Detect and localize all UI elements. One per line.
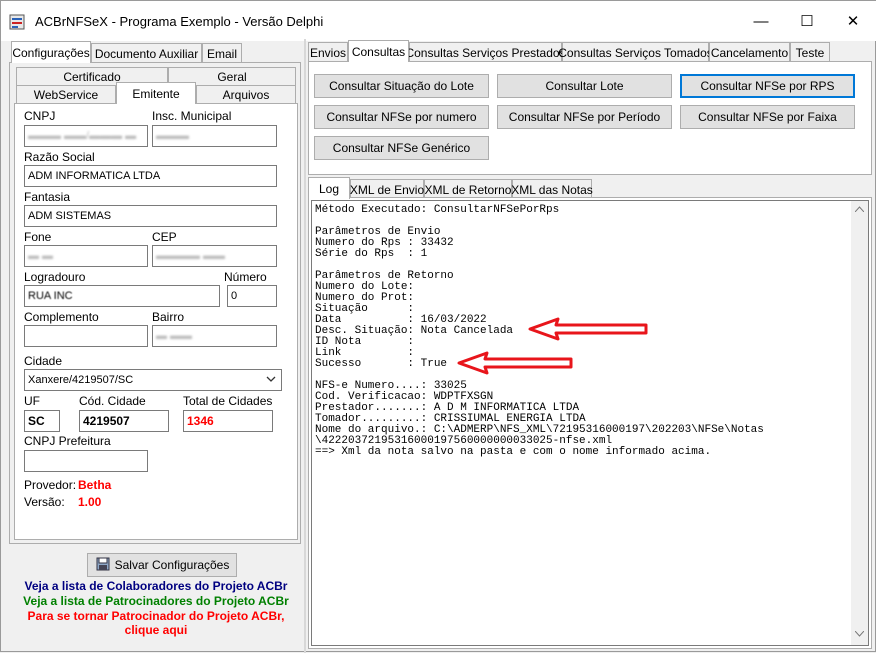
cod-cidade-label: Cód. Cidade bbox=[79, 394, 146, 408]
bairro-label: Bairro bbox=[152, 310, 185, 324]
consultar-nfse-generico-button[interactable]: Consultar NFSe Genérico bbox=[314, 136, 489, 160]
chevron-down-icon bbox=[265, 373, 277, 388]
scroll-down-icon[interactable] bbox=[854, 630, 865, 641]
insc-municipal-field[interactable]: ▬▬▬ bbox=[152, 125, 277, 147]
complemento-label: Complemento bbox=[24, 310, 99, 324]
maximize-button[interactable]: ☐ bbox=[784, 1, 830, 41]
logradouro-label: Logradouro bbox=[24, 270, 86, 284]
log-memo[interactable]: Método Executado: ConsultarNFSePorRps Pa… bbox=[311, 200, 869, 646]
cnpj-prefeitura-field[interactable] bbox=[24, 450, 148, 472]
total-cidades-label: Total de Cidades bbox=[183, 394, 273, 408]
cnpj-field[interactable]: ▬▬▬ ▬▬/▬▬▬ ▬ bbox=[24, 125, 148, 147]
versao-value: 1.00 bbox=[78, 495, 102, 509]
tab-envios[interactable]: Envios bbox=[308, 42, 348, 62]
left-page-control: Configurações Documento Auxiliar Email C… bbox=[9, 41, 301, 548]
title-bar[interactable]: ACBrNFSeX - Programa Exemplo - Versão De… bbox=[1, 1, 876, 41]
tab-consultas-servicos-tomados[interactable]: Consultas Serviços Tomados bbox=[558, 42, 713, 62]
close-button[interactable]: ✕ bbox=[830, 1, 876, 41]
emitente-panel: CNPJ ▬▬▬ ▬▬/▬▬▬ ▬ Insc. Municipal ▬▬▬ Ra… bbox=[14, 103, 298, 540]
save-icon bbox=[95, 556, 111, 575]
cnpj-label: CNPJ bbox=[24, 109, 56, 123]
uf-label: UF bbox=[24, 394, 40, 408]
subtab-webservice[interactable]: WebService bbox=[16, 85, 116, 103]
provedor-label: Provedor: bbox=[24, 478, 77, 492]
cidade-select[interactable]: Xanxere/4219507/SC bbox=[24, 369, 282, 391]
logradouro-value: RUA INC bbox=[28, 290, 73, 302]
cep-field[interactable]: ▬▬▬▬ ▬▬ bbox=[152, 245, 277, 267]
fone-field[interactable]: ▬ ▬ bbox=[24, 245, 148, 267]
tab-consultas-servicos-prestados[interactable]: Consultas Serviços Prestados bbox=[405, 42, 566, 62]
link-colaboradores[interactable]: Veja a lista de Colaboradores do Projeto… bbox=[1, 579, 311, 593]
link-clique-aqui[interactable]: clique aqui bbox=[1, 623, 311, 637]
link-patrocinadores[interactable]: Veja a lista de Patrocinadores do Projet… bbox=[1, 594, 311, 608]
tab-log[interactable]: Log bbox=[308, 177, 350, 199]
insc-municipal-label: Insc. Municipal bbox=[152, 109, 232, 123]
tab-xml-envio[interactable]: XML de Envio bbox=[350, 179, 424, 199]
consultar-nfse-faixa-button[interactable]: Consultar NFSe por Faixa bbox=[680, 105, 855, 129]
link-tornar-patrocinador[interactable]: Para se tornar Patrocinador do Projeto A… bbox=[1, 609, 311, 623]
consultar-lote-button[interactable]: Consultar Lote bbox=[497, 74, 672, 98]
fone-label: Fone bbox=[24, 230, 52, 244]
numero-field[interactable]: 0 bbox=[227, 285, 277, 307]
subtab-emitente[interactable]: Emitente bbox=[116, 82, 196, 104]
tab-cancelamento[interactable]: Cancelamento bbox=[709, 42, 790, 62]
window-title: ACBrNFSeX - Programa Exemplo - Versão De… bbox=[35, 14, 324, 29]
uf-field[interactable]: SC bbox=[24, 410, 60, 432]
bairro-field[interactable]: ▬ ▬▬ bbox=[152, 325, 277, 347]
logradouro-field[interactable]: RUA INC bbox=[24, 285, 220, 307]
consultar-nfse-rps-button[interactable]: Consultar NFSe por RPS bbox=[680, 74, 855, 98]
scroll-up-icon[interactable] bbox=[854, 205, 865, 216]
salvar-configuracoes-button[interactable]: Salvar Configurações bbox=[87, 553, 237, 577]
subtab-arquivos[interactable]: Arquivos bbox=[196, 85, 296, 103]
fantasia-field[interactable]: ADM SISTEMAS bbox=[24, 205, 277, 227]
consultar-nfse-periodo-button[interactable]: Consultar NFSe por Período bbox=[497, 105, 672, 129]
consultar-situacao-lote-button[interactable]: Consultar Situação do Lote bbox=[314, 74, 489, 98]
log-panel: Método Executado: ConsultarNFSePorRps Pa… bbox=[308, 197, 872, 649]
red-arrow-icon-sucesso bbox=[457, 351, 575, 378]
numero-label: Número bbox=[224, 270, 267, 284]
app-icon bbox=[9, 13, 27, 31]
razao-social-label: Razão Social bbox=[24, 150, 95, 164]
splitter[interactable] bbox=[304, 39, 306, 653]
tab-xml-notas[interactable]: XML das Notas bbox=[511, 179, 593, 199]
minimize-button[interactable]: — bbox=[738, 1, 784, 41]
salvar-configuracoes-label: Salvar Configurações bbox=[114, 558, 230, 572]
red-arrow-icon-desc-situacao bbox=[528, 317, 650, 344]
vertical-scrollbar[interactable] bbox=[851, 201, 868, 645]
razao-social-field[interactable]: ADM INFORMATICA LTDA bbox=[24, 165, 277, 187]
right-page-control: Envios Consultas Consultas Serviços Pres… bbox=[308, 40, 874, 175]
cod-cidade-field[interactable]: 4219507 bbox=[79, 410, 169, 432]
versao-label: Versão: bbox=[24, 495, 65, 509]
cidade-value: Xanxere/4219507/SC bbox=[28, 374, 134, 386]
tab-configuracoes[interactable]: Configurações bbox=[11, 41, 91, 63]
cep-label: CEP bbox=[152, 230, 177, 244]
complemento-field[interactable] bbox=[24, 325, 148, 347]
cidade-label: Cidade bbox=[24, 354, 63, 368]
configuracoes-panel: Certificado Geral WebService Emitente Ar… bbox=[9, 62, 301, 544]
consultas-panel: Consultar Situação do Lote Consultar Lot… bbox=[308, 61, 872, 175]
provedor-value: Betha bbox=[78, 478, 112, 492]
consultar-nfse-numero-button[interactable]: Consultar NFSe por numero bbox=[314, 105, 489, 129]
cnpj-prefeitura-label: CNPJ Prefeitura bbox=[24, 434, 111, 448]
log-page-control: Log XML de Envio XML de Retorno XML das … bbox=[308, 177, 874, 651]
tab-teste[interactable]: Teste bbox=[790, 42, 830, 62]
tab-xml-retorno[interactable]: XML de Retorno bbox=[424, 179, 512, 199]
tab-email[interactable]: Email bbox=[202, 43, 242, 63]
tab-consultas[interactable]: Consultas bbox=[348, 40, 409, 62]
tab-documento-auxiliar[interactable]: Documento Auxiliar bbox=[91, 43, 202, 63]
application-window: ACBrNFSeX - Programa Exemplo - Versão De… bbox=[0, 0, 876, 653]
total-cidades-field[interactable]: 1346 bbox=[183, 410, 273, 432]
fantasia-label: Fantasia bbox=[24, 190, 71, 204]
